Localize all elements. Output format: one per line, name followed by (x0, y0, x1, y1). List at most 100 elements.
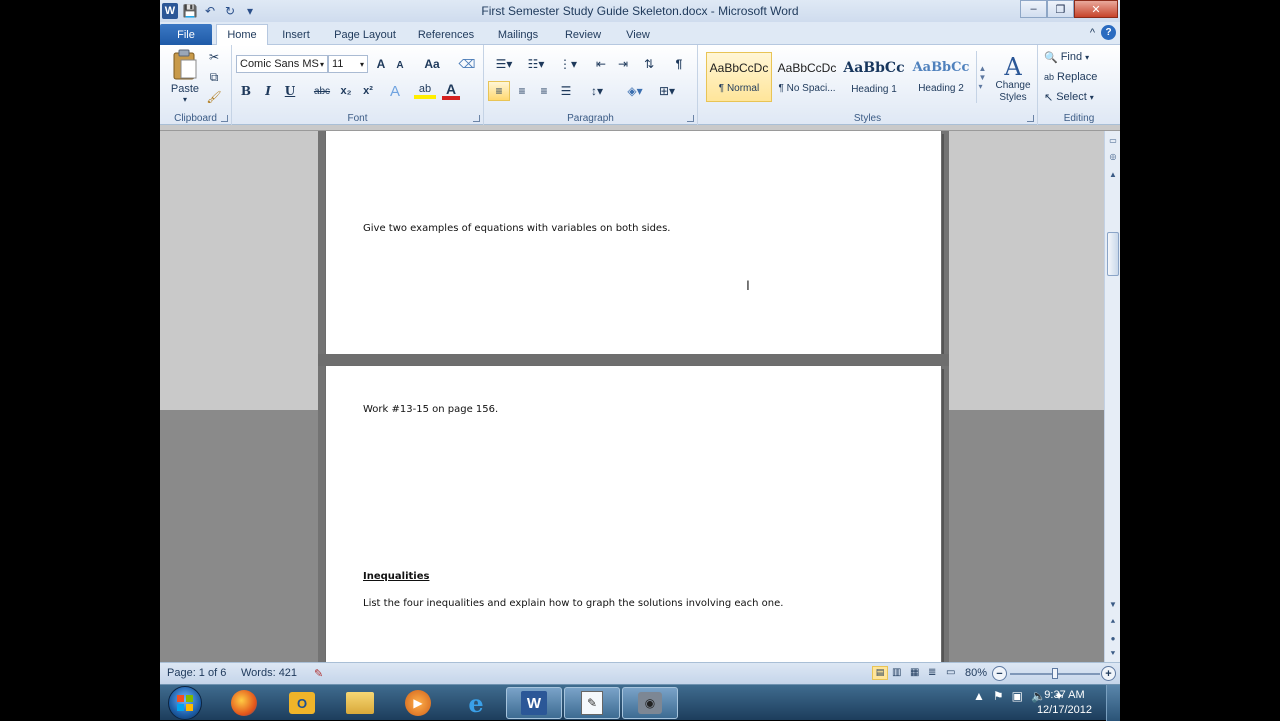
align-left-icon[interactable]: ≡ (488, 81, 510, 101)
numbering-icon[interactable]: ☷▾ (522, 55, 550, 73)
browse-icon[interactable]: ◎ (1106, 149, 1120, 163)
show-desktop-button[interactable] (1106, 685, 1120, 721)
word-taskbar-button[interactable]: W (506, 687, 562, 719)
font-launcher-icon[interactable] (473, 115, 480, 122)
strikethrough-button[interactable]: abc (310, 83, 334, 99)
restore-button[interactable]: ❐ (1047, 0, 1074, 18)
shrink-font-icon[interactable]: A (392, 57, 408, 73)
zoom-level[interactable]: 80% (965, 667, 987, 679)
change-styles-button[interactable]: A Change Styles (992, 49, 1034, 109)
font-color-icon[interactable]: A (442, 81, 460, 100)
subscript-button[interactable]: x₂ (336, 83, 356, 99)
format-painter-icon[interactable]: 🖌 (206, 89, 222, 105)
outline-icon[interactable]: ≣ (928, 667, 936, 678)
tab-insert[interactable]: Insert (274, 24, 318, 45)
page-2[interactable]: Work #13-15 on page 156. Inequalities Li… (326, 366, 941, 662)
show-marks-icon[interactable]: ¶ (670, 55, 688, 73)
style-no-spacing[interactable]: AaBbCcDc ¶ No Spaci... (774, 52, 840, 102)
styles-launcher-icon[interactable] (1027, 115, 1034, 122)
proofing-icon[interactable]: ✎ (314, 667, 323, 680)
notes-taskbar-button[interactable]: ✎ (564, 687, 620, 719)
styles-scroll-icon[interactable]: ▲ ▼ ▾ (976, 51, 988, 103)
replace-button[interactable]: ab Replace (1044, 69, 1114, 85)
ruler-toggle-icon[interactable]: ▭ (1106, 133, 1120, 147)
paste-button[interactable]: Paste ▾ (166, 47, 204, 105)
line-spacing-icon[interactable]: ↕▾ (584, 81, 610, 101)
close-button[interactable]: ✕ (1074, 0, 1118, 18)
find-button[interactable]: 🔍 Find ▾ (1044, 49, 1108, 65)
paragraph-launcher-icon[interactable] (687, 115, 694, 122)
clipboard-launcher-icon[interactable] (221, 115, 228, 122)
sort-icon[interactable]: ⇅ (640, 55, 658, 73)
scroll-down-icon[interactable]: ▼ (1106, 597, 1120, 611)
internet-explorer-taskbar-button[interactable]: e (448, 687, 504, 719)
collapse-ribbon-icon[interactable]: ^ (1090, 27, 1095, 39)
cut-icon[interactable]: ✂ (206, 49, 222, 65)
tab-mailings[interactable]: Mailings (490, 24, 546, 45)
style-heading-1[interactable]: AaBbCc Heading 1 (841, 52, 907, 102)
vertical-scrollbar[interactable]: ▭ ◎ ▲ ▼ ⯅ ● ⯆ (1104, 131, 1120, 662)
select-button[interactable]: ↖ Select ▾ (1044, 89, 1114, 105)
italic-button[interactable]: I (260, 83, 276, 99)
style-heading-2[interactable]: AaBbCc Heading 2 (908, 52, 974, 102)
minimize-button[interactable]: – (1020, 0, 1047, 18)
zoom-slider-knob[interactable] (1052, 668, 1058, 679)
style-normal[interactable]: AaBbCcDc ¶ Normal (706, 52, 772, 102)
copy-icon[interactable]: ⧉ (206, 69, 222, 85)
decrease-indent-icon[interactable]: ⇤ (592, 55, 610, 73)
borders-icon[interactable]: ⊞▾ (654, 81, 680, 101)
shading-icon[interactable]: ◈▾ (622, 81, 648, 101)
page-count[interactable]: Page: 1 of 6 (167, 667, 226, 679)
previous-page-icon[interactable]: ⯅ (1106, 615, 1120, 629)
tab-file[interactable]: File (160, 24, 212, 45)
clear-formatting-icon[interactable]: ⌫ (458, 56, 476, 72)
grow-font-icon[interactable]: A (372, 56, 390, 72)
full-screen-reading-icon[interactable]: ▥ (892, 667, 901, 678)
change-case-icon[interactable]: Aa (420, 56, 444, 72)
word-count[interactable]: Words: 421 (241, 667, 297, 679)
bold-button[interactable]: B (238, 83, 254, 99)
firefox-taskbar-button[interactable] (216, 687, 272, 719)
show-hidden-icons-icon[interactable]: ▲ (973, 689, 985, 703)
media-player-taskbar-button[interactable]: ▶ (390, 687, 446, 719)
document-area[interactable]: Give two examples of equations with vari… (160, 131, 1104, 662)
underline-button[interactable]: U (282, 83, 298, 99)
align-center-icon[interactable]: ≡ (512, 81, 532, 101)
align-right-icon[interactable]: ≡ (534, 81, 554, 101)
text-effects-icon[interactable]: A (386, 82, 404, 100)
tab-view[interactable]: View (616, 24, 660, 45)
justify-icon[interactable]: ☰ (556, 81, 576, 101)
action-center-icon[interactable]: ⚑ (993, 689, 1004, 703)
camera-taskbar-button[interactable]: ◉ (622, 687, 678, 719)
start-button[interactable] (168, 686, 202, 720)
tab-references[interactable]: References (412, 24, 480, 45)
text-cursor-icon: I (746, 277, 750, 293)
page-1[interactable]: Give two examples of equations with vari… (326, 131, 941, 354)
scroll-thumb[interactable] (1107, 232, 1119, 276)
outlook-taskbar-button[interactable]: O (274, 687, 330, 719)
explorer-taskbar-button[interactable] (332, 687, 388, 719)
print-layout-icon[interactable]: ▤ (872, 666, 888, 680)
font-size-combo[interactable]: 11 ▾ (328, 55, 368, 73)
zoom-in-button[interactable]: + (1101, 666, 1116, 681)
zoom-out-button[interactable]: − (992, 666, 1007, 681)
clock[interactable]: 9:37 AM 12/17/2012 (1037, 688, 1092, 718)
increase-indent-icon[interactable]: ⇥ (614, 55, 632, 73)
tab-review[interactable]: Review (558, 24, 608, 45)
superscript-button[interactable]: x² (358, 83, 378, 99)
tab-home[interactable]: Home (216, 24, 268, 45)
windows-logo-icon (177, 695, 193, 711)
select-browse-object-icon[interactable]: ● (1106, 631, 1120, 645)
clock-time: 9:37 AM (1044, 689, 1085, 701)
draft-icon[interactable]: ▭ (946, 667, 955, 678)
web-layout-icon[interactable]: ▦ (910, 667, 919, 678)
font-name-combo[interactable]: Comic Sans MS ▾ (236, 55, 328, 73)
next-page-icon[interactable]: ⯆ (1106, 647, 1120, 661)
scroll-up-icon[interactable]: ▲ (1106, 167, 1120, 181)
multilevel-list-icon[interactable]: ⋮▾ (554, 55, 582, 73)
bullets-icon[interactable]: ☰▾ (490, 55, 518, 73)
network-icon[interactable]: ▣ (1012, 689, 1023, 703)
highlight-color-icon[interactable]: ab (414, 83, 436, 99)
help-icon[interactable]: ? (1101, 25, 1116, 40)
tab-page-layout[interactable]: Page Layout (328, 24, 402, 45)
